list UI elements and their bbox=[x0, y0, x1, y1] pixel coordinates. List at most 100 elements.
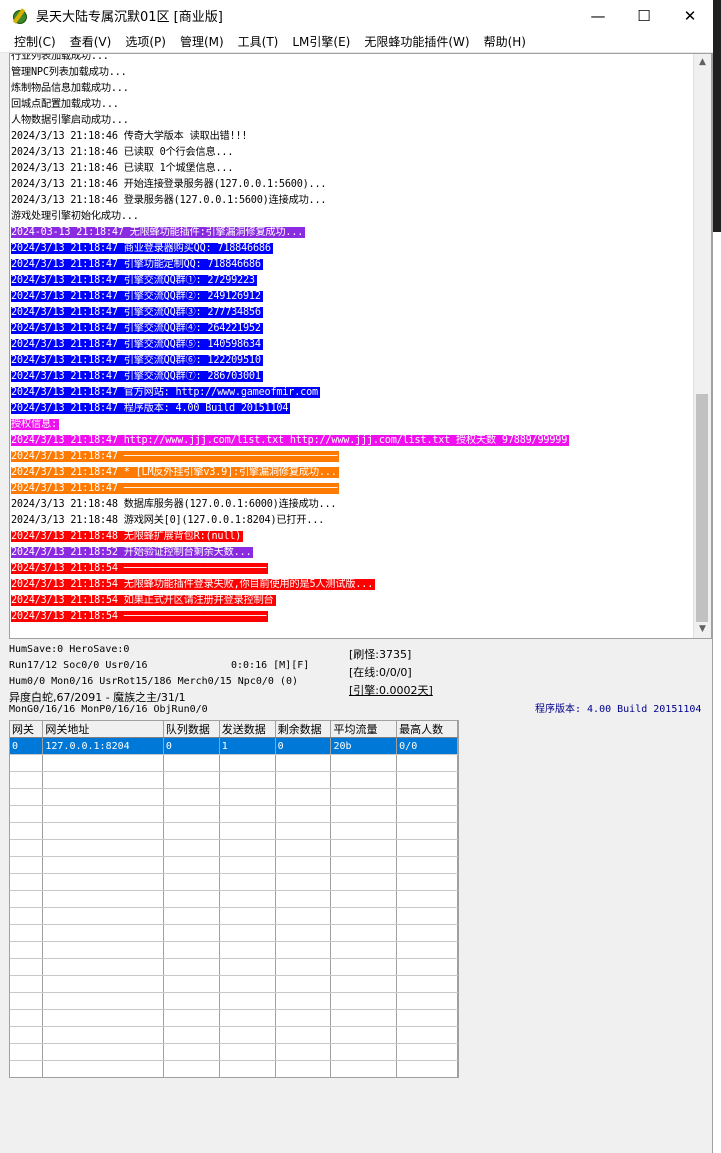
app-icon bbox=[11, 7, 27, 24]
grid-cell bbox=[330, 856, 398, 874]
gateway-grid[interactable]: 网关 网关地址 队列数据 发送数据 剩余数据 平均流量 最高人数 0 127.0.0.1:82… bbox=[9, 720, 459, 1078]
status-save: HumSave:0 HeroSave:0 bbox=[9, 644, 130, 655]
grid-cell bbox=[163, 805, 220, 823]
grid-cell bbox=[275, 873, 332, 891]
grid-cell bbox=[42, 907, 164, 925]
grid-cell bbox=[10, 1060, 44, 1077]
grid-cell bbox=[10, 856, 44, 874]
desktop-background-dark bbox=[713, 0, 721, 232]
log-line: 2024/3/13 21:18:46 开始连接登录服务器(127.0.0.1:5… bbox=[11, 177, 695, 193]
log-line-text: 2024/3/13 21:18:47 商业登录器购买QQ: 718846686 bbox=[11, 243, 273, 254]
grid-row[interactable]: 0 127.0.0.1:8204 0 1 0 20b 0/0 bbox=[10, 737, 458, 755]
log-line: 2024/3/13 21:18:47 引擎功能定制QQ: 718846686 bbox=[11, 257, 695, 273]
log-line: 2024/3/13 21:18:46 已读取 0个行会信息... bbox=[11, 145, 695, 161]
menu-plugin[interactable]: 无限蜂功能插件(W) bbox=[357, 33, 476, 50]
title-bar[interactable]: 昊天大陆专属沉默01区 [商业版] — ☐ ✕ bbox=[0, 0, 713, 31]
scroll-down-icon[interactable]: ▼ bbox=[694, 621, 711, 638]
grid-cell bbox=[396, 754, 458, 772]
grid-cell bbox=[219, 856, 276, 874]
grid-cell bbox=[275, 1060, 332, 1077]
grid-cell bbox=[275, 958, 332, 976]
log-line: 2024/3/13 21:18:47 引擎交流QQ群④: 264221952 bbox=[11, 321, 695, 337]
maximize-button[interactable]: ☐ bbox=[621, 0, 667, 31]
grid-cell bbox=[275, 924, 332, 942]
log-panel[interactable]: 行业列表加载成功... 管理NPC列表加载成功... 炼制物品信息加载成功... 回城… bbox=[9, 53, 712, 639]
log-line-text: 2024-03-13 21:18:47 无限蜂功能插件:引擎漏洞修复成功... bbox=[11, 227, 306, 238]
menu-options[interactable]: 选项(P) bbox=[118, 33, 173, 50]
grid-cell bbox=[10, 890, 44, 908]
scroll-up-icon[interactable]: ▲ bbox=[694, 54, 711, 71]
grid-cell bbox=[275, 941, 332, 959]
grid-column-header[interactable]: 最高人数 bbox=[396, 721, 458, 738]
grid-column-header[interactable]: 发送数据 bbox=[219, 721, 276, 738]
grid-cell bbox=[396, 839, 458, 857]
grid-cell bbox=[42, 754, 164, 772]
grid-cell bbox=[219, 839, 276, 857]
log-scrollbar[interactable]: ▲ ▼ bbox=[693, 54, 711, 638]
status-version: 程序版本: 4.00 Build 20151104 bbox=[535, 704, 702, 715]
log-line: 2024/3/13 21:18:52 开始验证控制台剩余天数... bbox=[11, 545, 695, 561]
menu-view[interactable]: 查看(V) bbox=[63, 33, 119, 50]
grid-cell bbox=[396, 958, 458, 976]
grid-column-header[interactable]: 队列数据 bbox=[163, 721, 220, 738]
grid-cell bbox=[330, 873, 398, 891]
window-title: 昊天大陆专属沉默01区 [商业版] bbox=[36, 10, 223, 25]
log-line: 2024/3/13 21:18:47 引擎交流QQ群⑤: 140598634 bbox=[11, 337, 695, 353]
grid-cell bbox=[42, 941, 164, 959]
log-line-text: 授权信息: bbox=[11, 419, 59, 430]
menu-manage[interactable]: 管理(M) bbox=[173, 33, 231, 50]
grid-cell bbox=[396, 873, 458, 891]
log-line-text: 2024/3/13 21:18:47 程序版本: 4.00 Build 2015… bbox=[11, 403, 291, 414]
grid-column-header[interactable]: 网关地址 bbox=[42, 721, 164, 738]
status-engine[interactable]: [引擎:0.0002天] bbox=[349, 682, 433, 698]
log-line-text: 2024/3/13 21:18:47 ─────────────────────… bbox=[11, 451, 340, 462]
grid-cell bbox=[163, 839, 220, 857]
grid-cell bbox=[219, 890, 276, 908]
scroll-thumb[interactable] bbox=[696, 394, 708, 622]
log-line-text: 2024/3/13 21:18:46 传奇大学版本 读取出错!!! bbox=[11, 131, 248, 142]
grid-cell bbox=[42, 873, 164, 891]
grid-cell bbox=[219, 1026, 276, 1044]
grid-cell bbox=[163, 788, 220, 806]
grid-cell bbox=[10, 1026, 44, 1044]
log-line-text: 行业列表加载成功... bbox=[11, 53, 109, 62]
close-button[interactable]: ✕ bbox=[667, 0, 713, 31]
log-line: 2024/3/13 21:18:47 商业登录器购买QQ: 718846686 bbox=[11, 241, 695, 257]
menu-help[interactable]: 帮助(H) bbox=[477, 33, 533, 50]
menu-lm-engine[interactable]: LM引擎(E) bbox=[285, 33, 357, 50]
grid-column-header[interactable]: 网关 bbox=[10, 721, 44, 738]
grid-cell bbox=[42, 1026, 164, 1044]
grid-cell bbox=[275, 788, 332, 806]
grid-cell bbox=[275, 907, 332, 925]
grid-cell bbox=[330, 1026, 398, 1044]
menu-control[interactable]: 控制(C) bbox=[0, 33, 63, 50]
grid-cell bbox=[10, 924, 44, 942]
grid-cell bbox=[42, 890, 164, 908]
grid-cell bbox=[163, 890, 220, 908]
grid-cell bbox=[42, 1009, 164, 1027]
grid-cell bbox=[163, 992, 220, 1010]
grid-column-header[interactable]: 平均流量 bbox=[330, 721, 398, 738]
log-line-text: 炼制物品信息加载成功... bbox=[11, 83, 129, 94]
log-line-text: 2024/3/13 21:18:47 引擎交流QQ群④: 264221952 bbox=[11, 323, 263, 334]
grid-cell bbox=[163, 975, 220, 993]
grid-cell bbox=[42, 924, 164, 942]
log-line: 2024/3/13 21:18:54 ─────────────────────… bbox=[11, 609, 695, 625]
grid-cell bbox=[219, 805, 276, 823]
log-line: 2024/3/13 21:18:47 ─────────────────────… bbox=[11, 449, 695, 465]
grid-empty-row bbox=[10, 958, 458, 976]
grid-cell bbox=[163, 1009, 220, 1027]
grid-cell bbox=[10, 873, 44, 891]
minimize-button[interactable]: — bbox=[575, 0, 621, 31]
grid-cell: 1 bbox=[219, 737, 276, 755]
grid-cell bbox=[10, 1009, 44, 1027]
grid-cell bbox=[42, 788, 164, 806]
grid-empty-row bbox=[10, 1009, 458, 1027]
menu-bar: 控制(C) 查看(V) 选项(P) 管理(M) 工具(T) LM引擎(E) 无限… bbox=[0, 31, 713, 53]
menu-tools[interactable]: 工具(T) bbox=[231, 33, 286, 50]
log-line: 2024/3/13 21:18:48 游戏网关[0](127.0.0.1:820… bbox=[11, 513, 695, 529]
status-online: [在线:0/0/0] bbox=[349, 666, 412, 679]
log-line: 行业列表加载成功... bbox=[11, 53, 695, 65]
grid-column-header[interactable]: 剩余数据 bbox=[275, 721, 332, 738]
grid-empty-row bbox=[10, 992, 458, 1010]
